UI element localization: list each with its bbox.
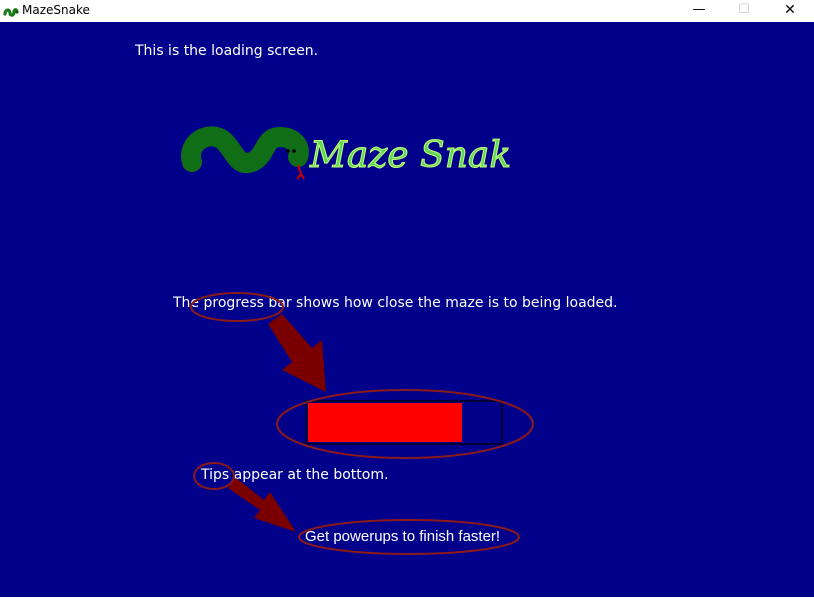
maze-snake-logo: Maze Snake — [181, 126, 510, 180]
loading-screen-note: This is the loading screen. — [135, 43, 319, 59]
window-title: MazeSnake — [22, 3, 90, 17]
maximize-button[interactable]: ☐ — [721, 0, 767, 21]
title-bar: MazeSnake — ☐ ✕ — [0, 0, 814, 23]
progress-percent: 80% — [508, 398, 533, 411]
close-button[interactable]: ✕ — [767, 0, 813, 21]
tip-text: Get powerups to finish faster! — [305, 528, 501, 545]
progress-bar — [305, 400, 503, 445]
loading-screen: This is the loading screen. Maze Snake T… — [0, 22, 814, 597]
logo-text: Maze Snake — [309, 135, 510, 176]
snake-icon — [3, 8, 19, 17]
progress-bar-fill — [308, 403, 462, 442]
progress-bar-note: The progress bar shows how close the maz… — [173, 295, 618, 311]
arrow-to-tip — [228, 478, 296, 532]
arrow-to-progress-bar — [268, 314, 326, 392]
tips-note: Tips appear at the bottom. — [201, 467, 389, 483]
minimize-button[interactable]: — — [676, 0, 722, 21]
snake-logo-icon — [181, 126, 309, 180]
